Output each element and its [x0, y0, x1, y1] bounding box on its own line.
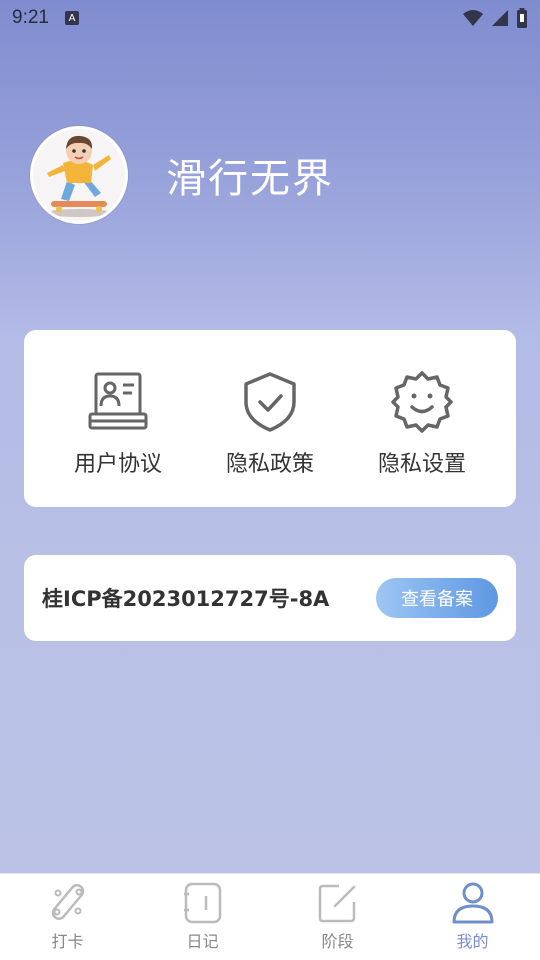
profile-header: 滑行无界 [30, 126, 334, 224]
privacy-settings-item[interactable]: 隐私设置 [352, 370, 492, 507]
id-card-icon [88, 372, 148, 430]
profile-name: 滑行无界 [166, 156, 334, 202]
user-icon [452, 882, 493, 924]
privacy-policy-label: 隐私政策 [225, 452, 314, 477]
edit-icon [318, 884, 355, 923]
tab-mine-label: 我的 [456, 932, 489, 951]
menu-card: 用户协议 隐私政策 隐私设置 [24, 330, 516, 507]
tab-stage-label: 阶段 [321, 932, 354, 951]
tab-checkin-label: 打卡 [51, 932, 84, 951]
bottom-nav: 打卡 日记 阶段 我的 [0, 873, 540, 960]
icp-number: 桂ICP备2023012727号-8A [42, 587, 330, 611]
notebook-icon [183, 882, 221, 924]
skateboarder-avatar-icon [33, 129, 125, 221]
privacy-settings-label: 隐私设置 [377, 452, 466, 477]
user-agreement-label: 用户协议 [73, 452, 162, 477]
view-filing-button[interactable]: 查看备案 [376, 578, 498, 618]
signal-icon [492, 10, 508, 26]
user-agreement-item[interactable]: 用户协议 [48, 370, 188, 507]
tab-checkin[interactable]: 打卡 [0, 874, 135, 960]
notification-icon: A [64, 11, 79, 25]
status-icons [462, 8, 528, 28]
status-bar: 9:21 A [0, 0, 540, 36]
tab-stage[interactable]: 阶段 [270, 874, 405, 960]
wifi-icon [463, 10, 483, 26]
privacy-policy-item[interactable]: 隐私政策 [200, 370, 340, 507]
tab-mine[interactable]: 我的 [405, 874, 540, 960]
skateboard-icon [51, 884, 84, 920]
status-time: 9:21 [12, 7, 49, 28]
battery-icon [517, 8, 527, 28]
tab-diary[interactable]: 日记 [135, 874, 270, 960]
shield-check-icon [244, 372, 296, 432]
avatar[interactable] [30, 126, 128, 224]
gear-smile-icon [391, 371, 453, 433]
icp-card: 桂ICP备2023012727号-8A 查看备案 [24, 555, 516, 641]
tab-diary-label: 日记 [186, 932, 219, 951]
